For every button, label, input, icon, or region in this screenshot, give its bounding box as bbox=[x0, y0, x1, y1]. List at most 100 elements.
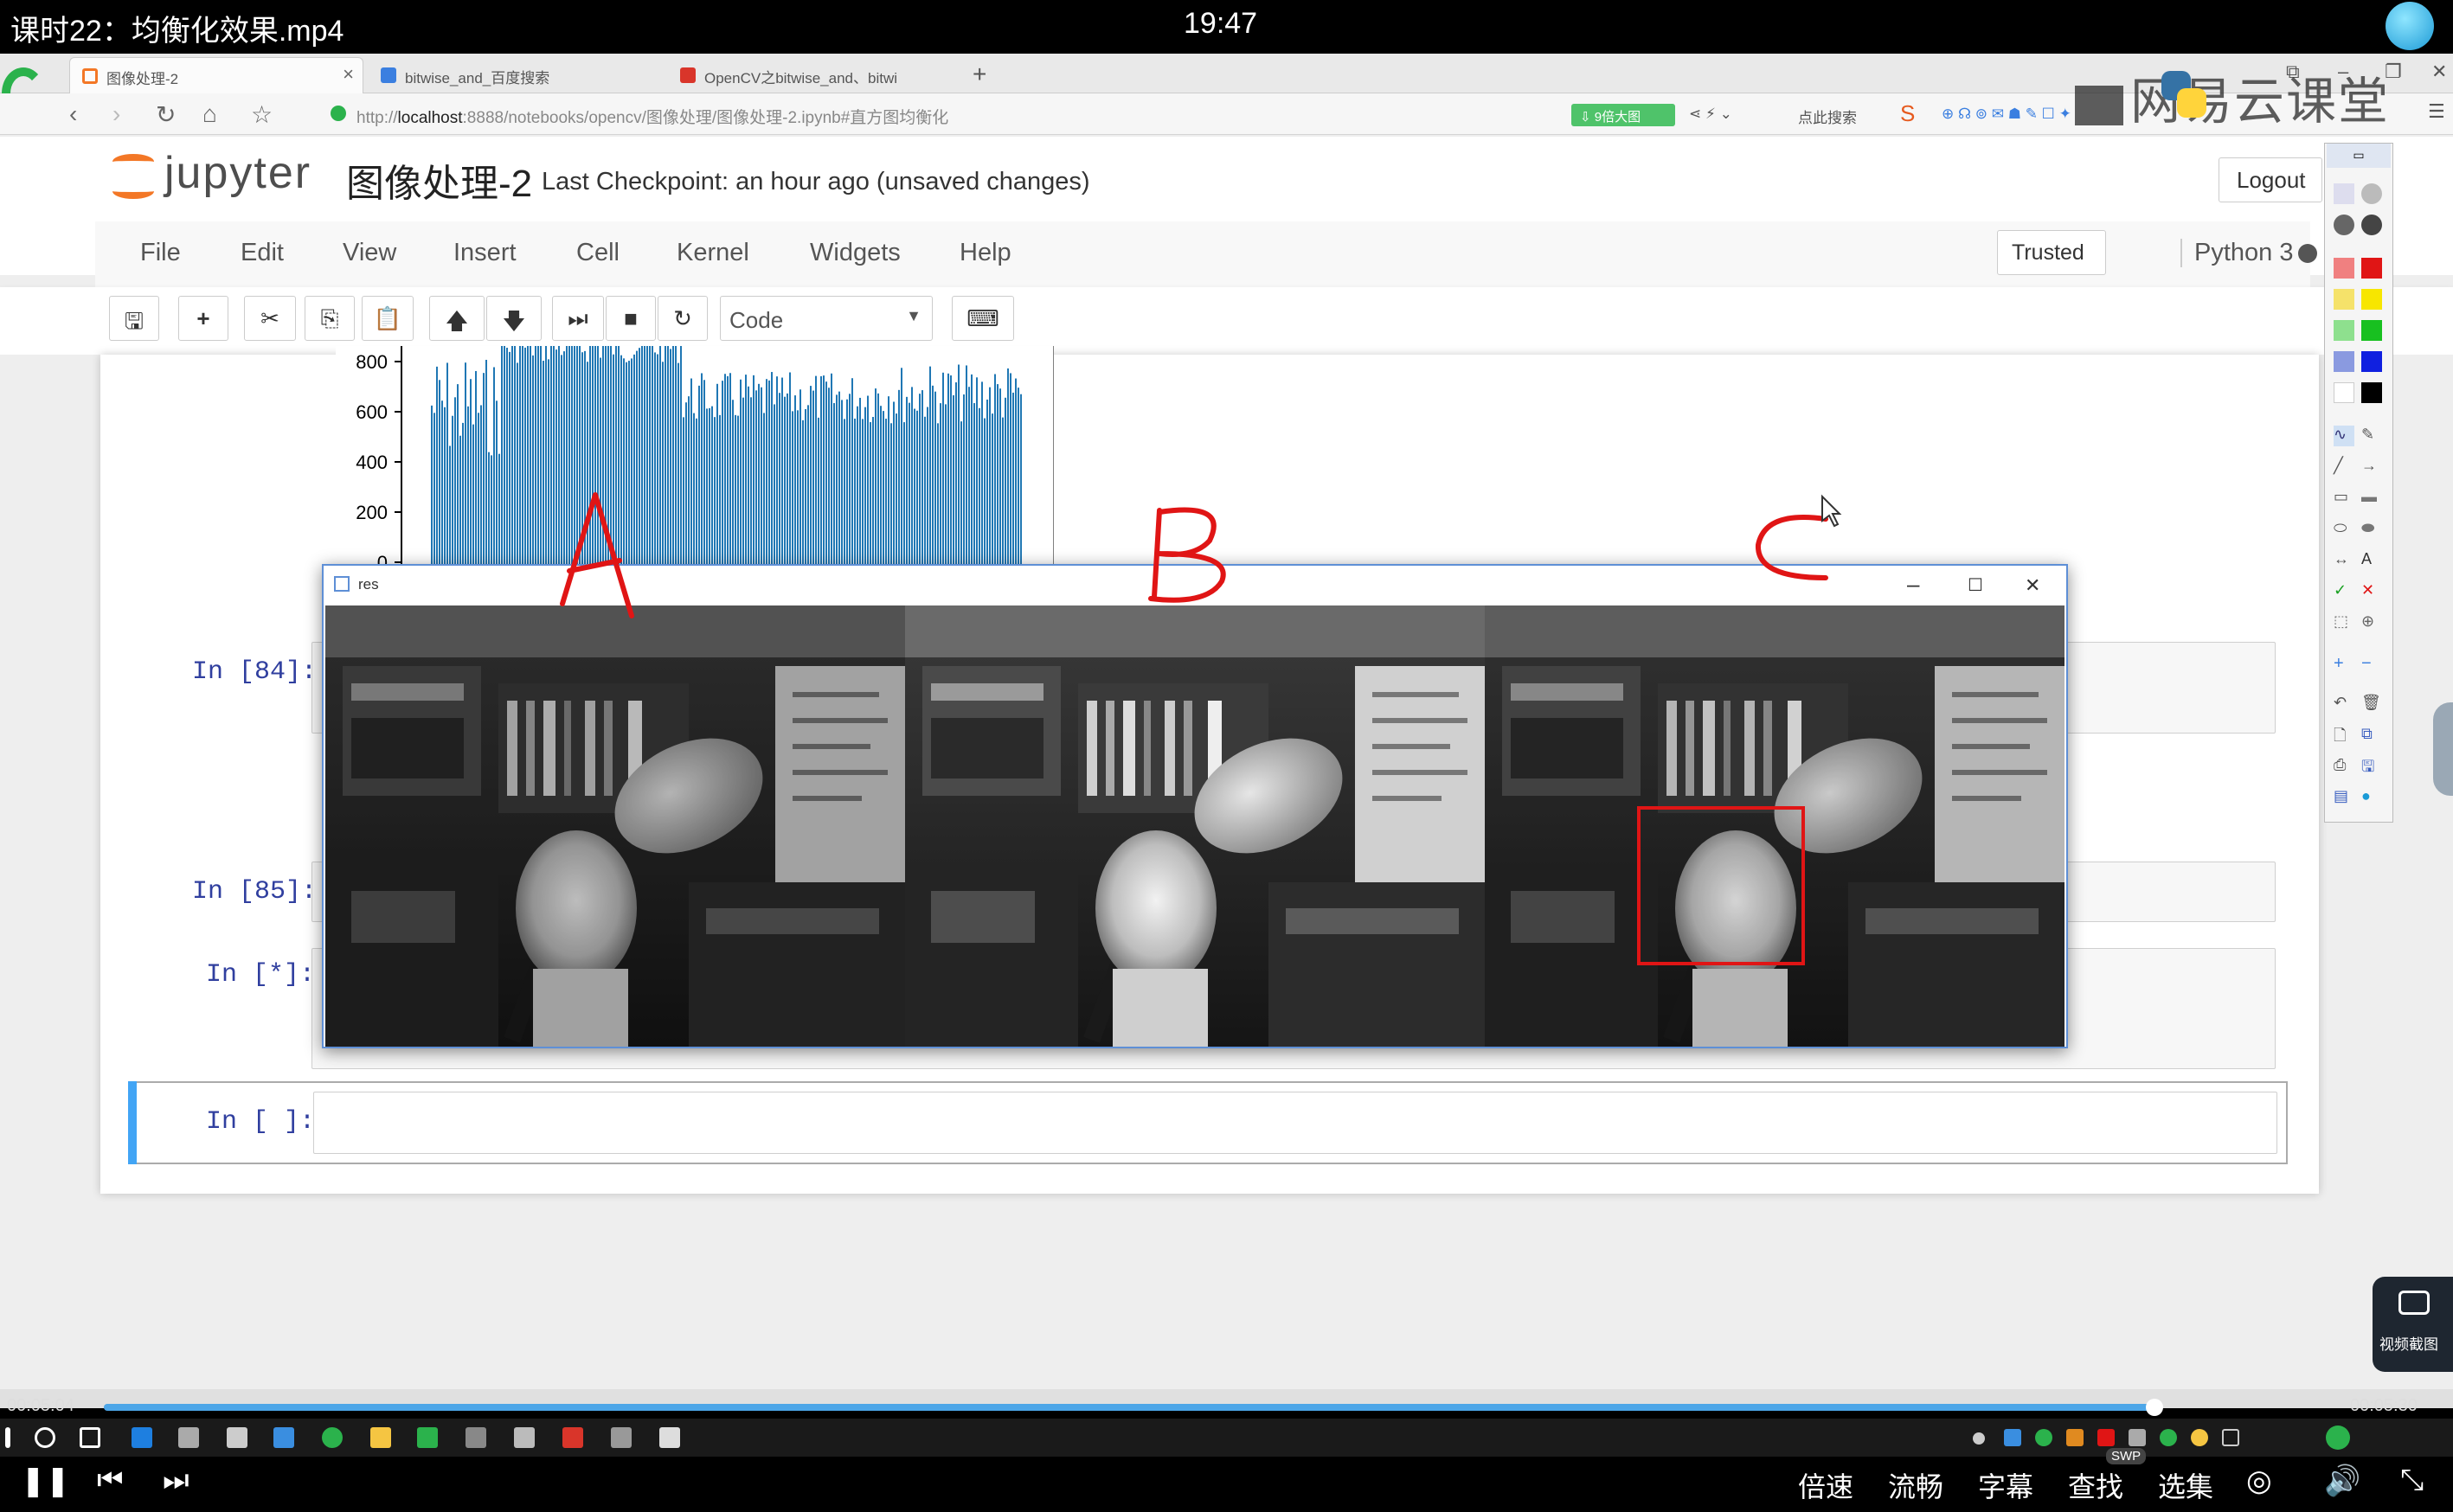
app-icon-4[interactable] bbox=[322, 1427, 343, 1448]
settings-icon[interactable]: ◎ bbox=[2246, 1464, 2272, 1498]
explorer-icon[interactable] bbox=[370, 1427, 391, 1448]
color-black[interactable] bbox=[2361, 382, 2382, 403]
palette-header[interactable]: ▭ bbox=[2327, 144, 2391, 168]
next-icon[interactable]: ⏭ bbox=[163, 1464, 189, 1497]
app-icon-5[interactable] bbox=[417, 1427, 438, 1448]
pen-thick-icon[interactable] bbox=[2334, 215, 2354, 235]
player-controls: ❚❚ ⏮ ⏭ 倍速 流畅 字幕 查找 SWP 选集 ◎ 🔊 ⤡ bbox=[0, 1448, 2453, 1512]
color-white[interactable] bbox=[2334, 382, 2354, 403]
selected-cell-marker bbox=[128, 1081, 137, 1164]
tray-icon-2[interactable] bbox=[2004, 1429, 2021, 1446]
app-icon-6[interactable] bbox=[466, 1427, 486, 1448]
panel-c-shade bbox=[1485, 605, 2065, 1047]
pause-icon[interactable]: ❚❚ bbox=[21, 1464, 70, 1498]
zoom-icon[interactable]: ⊕ bbox=[2361, 612, 2382, 633]
minus-icon[interactable]: − bbox=[2361, 654, 2382, 675]
prompt-running: In [*]: bbox=[206, 960, 316, 990]
rect-icon[interactable]: ▭ bbox=[2334, 488, 2354, 509]
side-panel-handle[interactable] bbox=[2433, 702, 2453, 796]
screenshot-button[interactable]: 视频截图 bbox=[2373, 1277, 2453, 1372]
ellipse-icon[interactable]: ⬭ bbox=[2334, 519, 2354, 540]
double-arrow-icon[interactable]: ↔ bbox=[2334, 550, 2354, 571]
swp-badge: SWP bbox=[2106, 1448, 2147, 1464]
plus-icon[interactable]: + bbox=[2334, 654, 2354, 675]
new-page-icon[interactable]: 🗋 bbox=[2334, 725, 2354, 746]
search-button[interactable]: 查找 bbox=[2068, 1465, 2123, 1505]
label-a-mark bbox=[560, 492, 634, 618]
subtitle-button[interactable]: 字幕 bbox=[1978, 1465, 2033, 1505]
app-icon-8[interactable] bbox=[562, 1427, 583, 1448]
tray-icon-7[interactable] bbox=[2160, 1429, 2177, 1446]
tray-icon-4[interactable] bbox=[2066, 1429, 2084, 1446]
screenshot-caption: 视频截图 bbox=[2379, 1336, 2438, 1353]
filled-rect-icon[interactable]: ▬ bbox=[2361, 488, 2382, 509]
trash-icon[interactable]: 🗑 bbox=[2361, 694, 2382, 714]
tray-icon-1[interactable] bbox=[1973, 1432, 1985, 1445]
episodes-button[interactable]: 选集 bbox=[2158, 1465, 2213, 1505]
code-input[interactable] bbox=[313, 1092, 2277, 1154]
app-icon-3[interactable] bbox=[273, 1427, 294, 1448]
color-lightred[interactable] bbox=[2334, 258, 2354, 279]
ie-taskbar-icon[interactable] bbox=[132, 1427, 152, 1448]
save-drawing-icon[interactable]: 🖫 bbox=[2361, 756, 2382, 777]
color-lightgreen[interactable] bbox=[2334, 320, 2354, 341]
pen-thin-icon[interactable] bbox=[2334, 183, 2354, 204]
previous-icon[interactable]: ⏮ bbox=[97, 1464, 124, 1497]
app-icon-7[interactable] bbox=[514, 1427, 535, 1448]
progress-fill bbox=[104, 1404, 2154, 1411]
check-icon[interactable]: ✓ bbox=[2334, 581, 2354, 602]
progress-knob[interactable] bbox=[2146, 1399, 2163, 1416]
start-icon[interactable] bbox=[5, 1427, 10, 1448]
label-b-mark bbox=[1148, 507, 1226, 603]
tray-icon-3[interactable] bbox=[2035, 1429, 2052, 1446]
color-yellow[interactable] bbox=[2361, 289, 2382, 310]
color-lightblue[interactable] bbox=[2334, 351, 2354, 372]
color-red[interactable] bbox=[2361, 258, 2382, 279]
quality-button[interactable]: 流畅 bbox=[1888, 1465, 1943, 1505]
tray-icon-9[interactable] bbox=[2222, 1429, 2239, 1446]
cortana-icon[interactable] bbox=[35, 1427, 55, 1448]
export-icon[interactable]: ▤ bbox=[2334, 787, 2354, 808]
print-icon[interactable]: ⎙ bbox=[2334, 756, 2354, 777]
time-total: 00:05:30 bbox=[2350, 1396, 2418, 1415]
drawing-palette: ▭ ∿ ✎ ╱ → ▭ ▬ ⬭ ⬬ ↔ A ✓ ✕ ⬚ ⊕ + − ↶ 🗑 🗋 … bbox=[2324, 143, 2393, 823]
select-icon[interactable]: ⬚ bbox=[2334, 612, 2354, 633]
help-icon[interactable]: ● bbox=[2361, 787, 2382, 808]
pen-bold-icon[interactable] bbox=[2361, 215, 2382, 235]
tray-icon-10[interactable] bbox=[2326, 1426, 2350, 1450]
speed-button[interactable]: 倍速 bbox=[1798, 1465, 1853, 1505]
color-lightyellow[interactable] bbox=[2334, 289, 2354, 310]
app-icon-10[interactable] bbox=[659, 1427, 680, 1448]
color-blue[interactable] bbox=[2361, 351, 2382, 372]
annotation-layer bbox=[560, 492, 1842, 618]
cross-icon[interactable]: ✕ bbox=[2361, 581, 2382, 602]
image-panels-svg bbox=[325, 605, 2065, 1047]
tray-icon-8[interactable] bbox=[2191, 1429, 2208, 1446]
filled-ellipse-icon[interactable]: ⬬ bbox=[2361, 519, 2382, 540]
exit-fullscreen-icon[interactable]: ⤡ bbox=[2400, 1464, 2424, 1497]
pen-medium-icon[interactable] bbox=[2361, 183, 2382, 204]
undo-icon[interactable]: ↶ bbox=[2334, 694, 2354, 714]
freehand-icon[interactable]: ∿ bbox=[2334, 426, 2354, 446]
camera-icon bbox=[2398, 1291, 2430, 1315]
panel-a-shade bbox=[325, 605, 905, 1047]
app-icon-2[interactable] bbox=[227, 1427, 247, 1448]
line-icon[interactable]: ╱ bbox=[2334, 457, 2354, 477]
arrow-icon[interactable]: → bbox=[2361, 457, 2382, 477]
copy-page-icon[interactable]: ⧉ bbox=[2361, 725, 2382, 746]
app-icon-9[interactable] bbox=[611, 1427, 632, 1448]
result-image bbox=[325, 605, 2065, 1047]
prompt-empty: In [ ]: bbox=[206, 1107, 316, 1137]
tray-icon-5[interactable] bbox=[2097, 1429, 2115, 1446]
tray-icon-6[interactable] bbox=[2129, 1429, 2146, 1446]
prompt-84: In [84]: bbox=[192, 657, 318, 687]
time-elapsed: 00:05:04 bbox=[7, 1396, 74, 1415]
app-icon-1[interactable] bbox=[178, 1427, 199, 1448]
windows-taskbar bbox=[0, 1419, 2453, 1457]
volume-icon[interactable]: 🔊 bbox=[2324, 1464, 2360, 1498]
task-view-icon[interactable] bbox=[80, 1427, 100, 1448]
selected-cell[interactable] bbox=[128, 1081, 2288, 1164]
text-tool-icon[interactable]: A bbox=[2361, 550, 2382, 571]
color-green[interactable] bbox=[2361, 320, 2382, 341]
highlighter-icon[interactable]: ✎ bbox=[2361, 426, 2382, 446]
